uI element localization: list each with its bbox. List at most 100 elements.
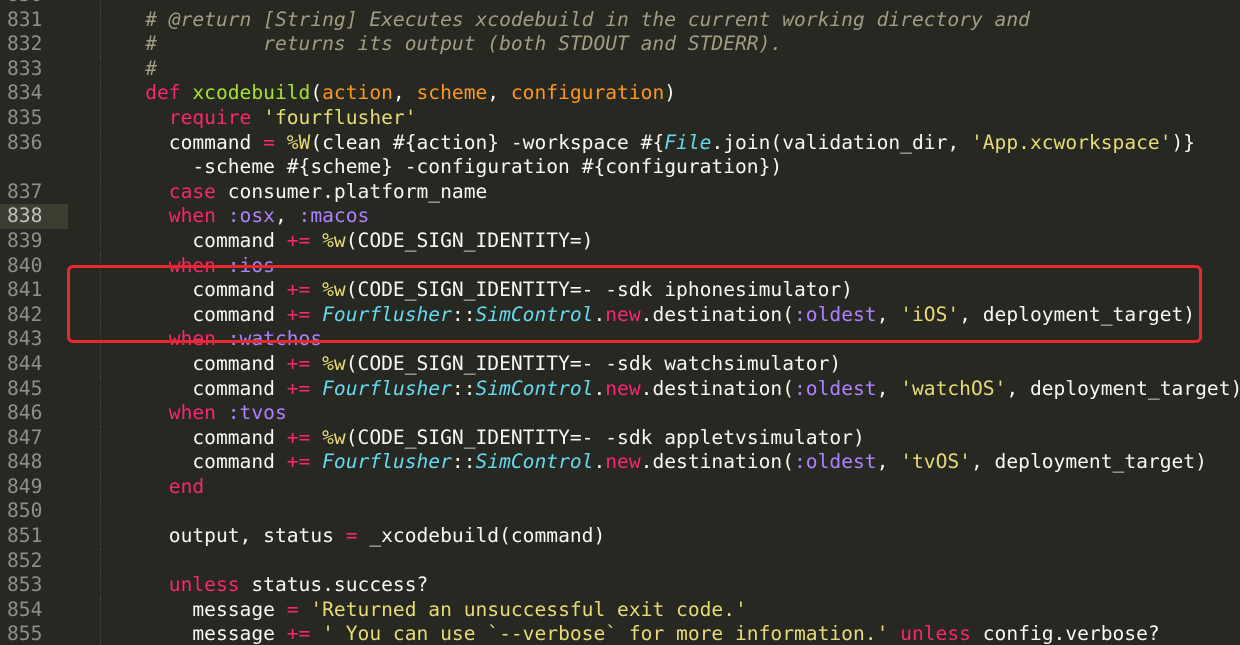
code-token: :oldest [794,376,877,400]
code-line[interactable]: 838 when :osx, :macos [0,204,1240,229]
code-token: SimControl [475,376,594,400]
code-token: message [98,597,287,621]
code-line[interactable]: 830 [0,0,1240,8]
line-number[interactable] [0,155,68,180]
code-line[interactable]: 843 when :watchos [0,327,1240,352]
code-line[interactable]: 842 command += Fourflusher::SimControl.n… [0,302,1240,328]
code-line[interactable]: 841 command += %w(CODE_SIGN_IDENTITY=- -… [0,278,1240,303]
code-token: message [98,622,287,645]
code-token: .join(validation_dir, [711,130,971,154]
line-number[interactable]: 844 [0,352,68,377]
code-token: Fourflusher [322,376,452,400]
code-token: . [593,302,606,326]
code-line[interactable]: 854 message = 'Returned an unsuccessful … [0,597,1240,623]
line-text: require 'fourflusher' [98,106,417,131]
code-token: :: [451,450,476,474]
code-token: = [286,597,299,621]
line-text: # [98,57,157,82]
indent-guide [100,548,101,574]
line-number[interactable]: 839 [0,229,68,254]
line-number[interactable]: 848 [0,450,68,475]
code-line[interactable]: 845 command += Fourflusher::SimControl.n… [0,376,1240,402]
line-number[interactable]: 840 [0,254,68,279]
code-line[interactable]: 835 require 'fourflusher' [0,105,1240,131]
code-token: )} [1171,130,1196,154]
code-token: += [286,425,311,449]
code-line[interactable]: 837 case consumer.platform_name [0,179,1240,205]
code-token: .destination( [640,302,795,326]
code-line[interactable]: 840 when :ios [0,253,1240,279]
code-line[interactable]: 853 unless status.success? [0,573,1240,598]
line-number[interactable]: 842 [0,303,68,328]
code-editor[interactable]: 830831 # @return [String] Executes xcode… [0,0,1240,645]
line-number[interactable]: 847 [0,426,68,451]
code-token: when [168,327,216,351]
code-line[interactable]: 833 # [0,56,1240,82]
line-number[interactable]: 830 [0,0,68,8]
line-number[interactable]: 852 [0,549,68,574]
code-token: :: [451,302,476,326]
code-line[interactable]: 839 command += %w(CODE_SIGN_IDENTITY=) [0,228,1240,254]
code-token: += [286,376,311,400]
line-number[interactable]: 850 [0,499,68,524]
code-line[interactable]: 850 [0,499,1240,525]
code-line[interactable]: 849 end [0,474,1240,500]
code-line[interactable]: 848 command += Fourflusher::SimControl.n… [0,450,1240,475]
line-number[interactable]: 855 [0,622,68,645]
code-token: new [605,302,641,326]
code-token: consumer.platform_name [215,179,488,203]
line-number[interactable]: 838 [0,204,68,229]
code-line[interactable]: 831 # @return [String] Executes xcodebui… [0,7,1240,33]
code-line[interactable]: 836 command = %W(clean #{action} -worksp… [0,130,1240,156]
line-number[interactable]: 835 [0,106,68,131]
code-line[interactable]: 834 def xcodebuild(action, scheme, confi… [0,81,1240,106]
code-line[interactable]: -scheme #{scheme} -configuration #{confi… [0,155,1240,180]
line-number[interactable]: 836 [0,131,68,156]
code-token: , [392,81,417,105]
code-token: :osx [227,204,275,228]
code-token: :oldest [794,302,877,326]
code-token: command [98,376,287,400]
line-number[interactable]: 843 [0,327,68,352]
line-number[interactable]: 831 [0,8,68,33]
line-number[interactable]: 854 [0,598,68,623]
code-token: :oldest [794,450,877,474]
code-view[interactable]: 830831 # @return [String] Executes xcode… [0,0,1240,645]
code-line[interactable]: 844 command += %w(CODE_SIGN_IDENTITY=- -… [0,351,1240,377]
code-line[interactable]: 852 [0,548,1240,574]
code-token: xcodebuild [192,81,311,105]
line-number[interactable]: 834 [0,81,68,106]
code-token: %w [322,228,346,252]
code-token: += [286,302,311,326]
code-token: 'App.xcworkspace' [970,130,1172,154]
line-number[interactable]: 853 [0,573,68,598]
line-text: command = %W(clean #{action} -workspace … [98,131,1195,156]
line-number[interactable]: 837 [0,180,68,205]
line-number[interactable]: 845 [0,377,68,402]
code-token: command [98,228,287,252]
line-number[interactable]: 833 [0,57,68,82]
code-line[interactable]: 847 command += %w(CODE_SIGN_IDENTITY=- -… [0,425,1240,451]
code-line[interactable]: 855 message += ' You can use `--verbose`… [0,622,1240,645]
code-line[interactable]: 846 when :tvos [0,401,1240,426]
code-token: action [322,81,393,105]
code-token: # @return [String] Executes xcodebuild i… [145,7,1030,31]
line-text: case consumer.platform_name [98,179,488,205]
line-number[interactable]: 849 [0,475,68,500]
line-number[interactable]: 846 [0,401,68,426]
code-line[interactable]: 851 output, status = _xcodebuild(command… [0,524,1240,549]
code-token: :macos [298,204,370,228]
line-number[interactable]: 841 [0,278,68,303]
line-number[interactable]: 851 [0,524,68,549]
code-token: , [487,81,511,105]
code-token: %w [322,278,346,302]
code-token: command [98,130,264,154]
line-number[interactable]: 832 [0,32,68,57]
code-line[interactable]: 832 # returns its output (both STDOUT an… [0,32,1240,57]
